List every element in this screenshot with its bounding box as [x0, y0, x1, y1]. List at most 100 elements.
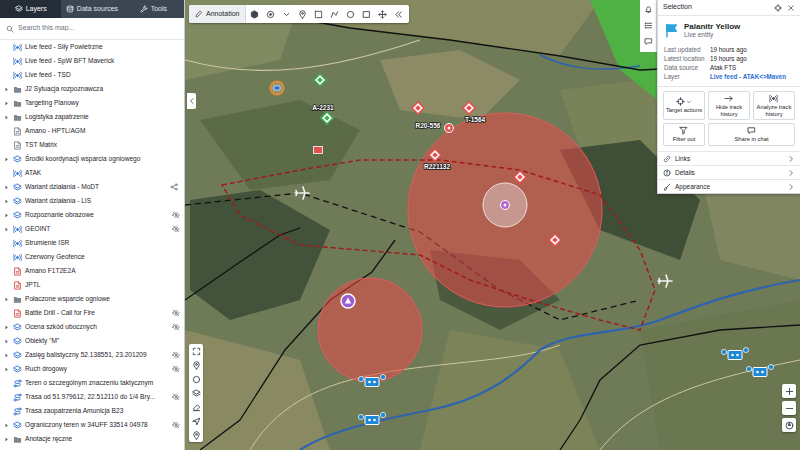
layer-label[interactable]: Live feed - SpW BFT Maverick [25, 56, 114, 66]
map-marker[interactable] [746, 364, 773, 376]
layer-label[interactable]: Amano - HPTL/AGM [25, 126, 85, 136]
marker-symbol[interactable] [753, 368, 767, 377]
layer-label[interactable]: ATAK [25, 168, 41, 178]
layer-item[interactable]: J2 Sytuacja rozpoznawcza [0, 82, 184, 96]
expand-toggle[interactable] [3, 86, 10, 93]
marker-symbol[interactable] [314, 147, 323, 154]
map-marker[interactable] [341, 294, 355, 308]
marker-label[interactable]: A-2231 [312, 104, 334, 111]
map-tool-button[interactable] [189, 386, 203, 400]
map-marker[interactable] [295, 187, 309, 199]
expand-toggle[interactable] [3, 324, 10, 331]
action-label[interactable]: Target actions [666, 107, 702, 114]
visibility-toggle[interactable] [172, 393, 180, 401]
expand-toggle[interactable] [3, 352, 10, 359]
marker-symbol[interactable] [445, 124, 454, 133]
map-marker[interactable]: R221132 [424, 149, 450, 170]
marker-symbol[interactable] [365, 416, 379, 425]
panel-tab[interactable]: Layers [0, 0, 61, 18]
layer-label[interactable]: Ocena szkód ubocznych [25, 322, 97, 332]
marker-symbol[interactable] [658, 275, 672, 287]
layer-item[interactable]: Anotacje ręczne [0, 432, 184, 446]
layer-label[interactable]: Trasa od 51.979612, 22.512110 do 1/4 Bry… [25, 392, 155, 402]
map-tool-button[interactable] [189, 428, 203, 442]
layer-label[interactable]: Anotacje ręczne [25, 434, 72, 444]
layer-label[interactable]: Battle Drill - Call for Fire [25, 308, 95, 318]
section-toggle[interactable] [787, 155, 795, 163]
side-strip-button[interactable] [644, 37, 653, 46]
toolbar-button[interactable] [343, 5, 358, 23]
map-marker[interactable] [314, 147, 323, 154]
layer-item[interactable]: Live feed - SpW BFT Maverick [0, 54, 184, 68]
layer-label[interactable]: Strumienie ISR [25, 238, 69, 248]
map-marker[interactable] [271, 82, 284, 95]
visibility-toggle[interactable] [172, 421, 180, 429]
layer-item[interactable]: Wariant działania - LIS [0, 194, 184, 208]
expand-toggle[interactable] [3, 268, 10, 275]
marker-symbol[interactable] [549, 234, 561, 246]
expand-toggle[interactable] [3, 366, 10, 373]
share-state[interactable] [170, 183, 178, 191]
map-tool-button[interactable] [189, 414, 203, 428]
visibility-toggle[interactable] [172, 351, 180, 359]
marker-label[interactable]: R221132 [424, 163, 450, 170]
map-marker[interactable]: R20-556 [412, 102, 441, 129]
tab-label[interactable]: Tools [151, 4, 167, 15]
locate-button[interactable] [774, 4, 782, 12]
map-control-button[interactable] [782, 384, 796, 398]
layer-item[interactable]: Zasięg balistyczny 52.138551, 23.201209 [0, 348, 184, 362]
layer-item[interactable]: Połaczone wsparcie ogniowe [0, 292, 184, 306]
action-button[interactable]: Share in chat [708, 123, 795, 146]
action-label[interactable]: Filter out [673, 136, 696, 143]
meta-link[interactable]: Live feed - ATAK<>Maven [710, 72, 786, 81]
map-marker[interactable] [549, 234, 561, 246]
action-button[interactable]: Filter out [663, 123, 705, 146]
expand-toggle[interactable] [3, 296, 10, 303]
map[interactable]: A-2231R20-556T-1564R221132 Annotation Se… [185, 0, 800, 450]
expand-toggle[interactable] [3, 212, 10, 219]
marker-label[interactable]: R20-556 [416, 122, 441, 129]
layer-item[interactable]: Wariant działania - MoDT [0, 180, 184, 194]
marker-label[interactable]: T-1564 [465, 116, 486, 123]
expand-toggle[interactable] [3, 310, 10, 317]
map-tool-button[interactable] [189, 400, 203, 414]
visibility-toggle[interactable] [172, 309, 180, 317]
panel-tab[interactable]: Data sources [61, 0, 122, 18]
layer-label[interactable]: Połaczone wsparcie ogniowe [25, 294, 110, 304]
expand-toggle[interactable] [3, 156, 10, 163]
map-marker[interactable] [445, 124, 454, 133]
expand-toggle[interactable] [3, 58, 10, 65]
map-marker[interactable] [358, 412, 385, 424]
layer-label[interactable]: Live feed - TSD [25, 70, 71, 80]
marker-symbol[interactable] [271, 82, 284, 95]
layer-label[interactable]: Wariant działania - LIS [25, 196, 91, 206]
layer-item[interactable]: ATAK [0, 166, 184, 180]
layer-label[interactable]: Ruch drogowy [25, 364, 67, 374]
toolbar-button[interactable] [391, 5, 406, 23]
layer-item[interactable]: Amano F1T2E2A [0, 264, 184, 278]
layer-item[interactable]: Trasa zaopatrzenia Amunicja B23 [0, 404, 184, 418]
map-marker[interactable]: T-1564 [463, 102, 485, 123]
annotation-label[interactable]: Annotation [206, 9, 239, 20]
side-strip-button[interactable] [644, 21, 653, 30]
layer-item[interactable]: Środki koordynacji wsparcia ogniowego [0, 152, 184, 166]
marker-symbol[interactable] [463, 102, 475, 114]
expand-toggle[interactable] [3, 282, 10, 289]
layer-item[interactable]: Trasa od 51.979612, 22.512110 do 1/4 Bry… [0, 390, 184, 404]
panel-tab[interactable]: Tools [123, 0, 184, 18]
layer-label[interactable]: Czerwony Geofence [25, 252, 85, 262]
layer-label[interactable]: Wariant działania - MoDT [25, 182, 99, 192]
section-row[interactable]: Appearance [658, 179, 800, 193]
layer-item[interactable]: Ograniczony teren w 34UFF 33514 04978 [0, 418, 184, 432]
close-button[interactable] [787, 4, 795, 12]
expand-toggle[interactable] [3, 114, 10, 121]
map-tool-button[interactable] [189, 358, 203, 372]
toolbar-button[interactable] [247, 5, 262, 23]
visibility-toggle[interactable] [172, 323, 180, 331]
map-marker[interactable] [721, 347, 748, 359]
map-marker[interactable] [658, 275, 672, 287]
layer-item[interactable]: JPTL [0, 278, 184, 292]
layer-item[interactable]: Live feed - Siły Powietrzne [0, 40, 184, 54]
expand-toggle[interactable] [3, 394, 10, 401]
action-button[interactable]: Analyze track history [753, 91, 795, 120]
